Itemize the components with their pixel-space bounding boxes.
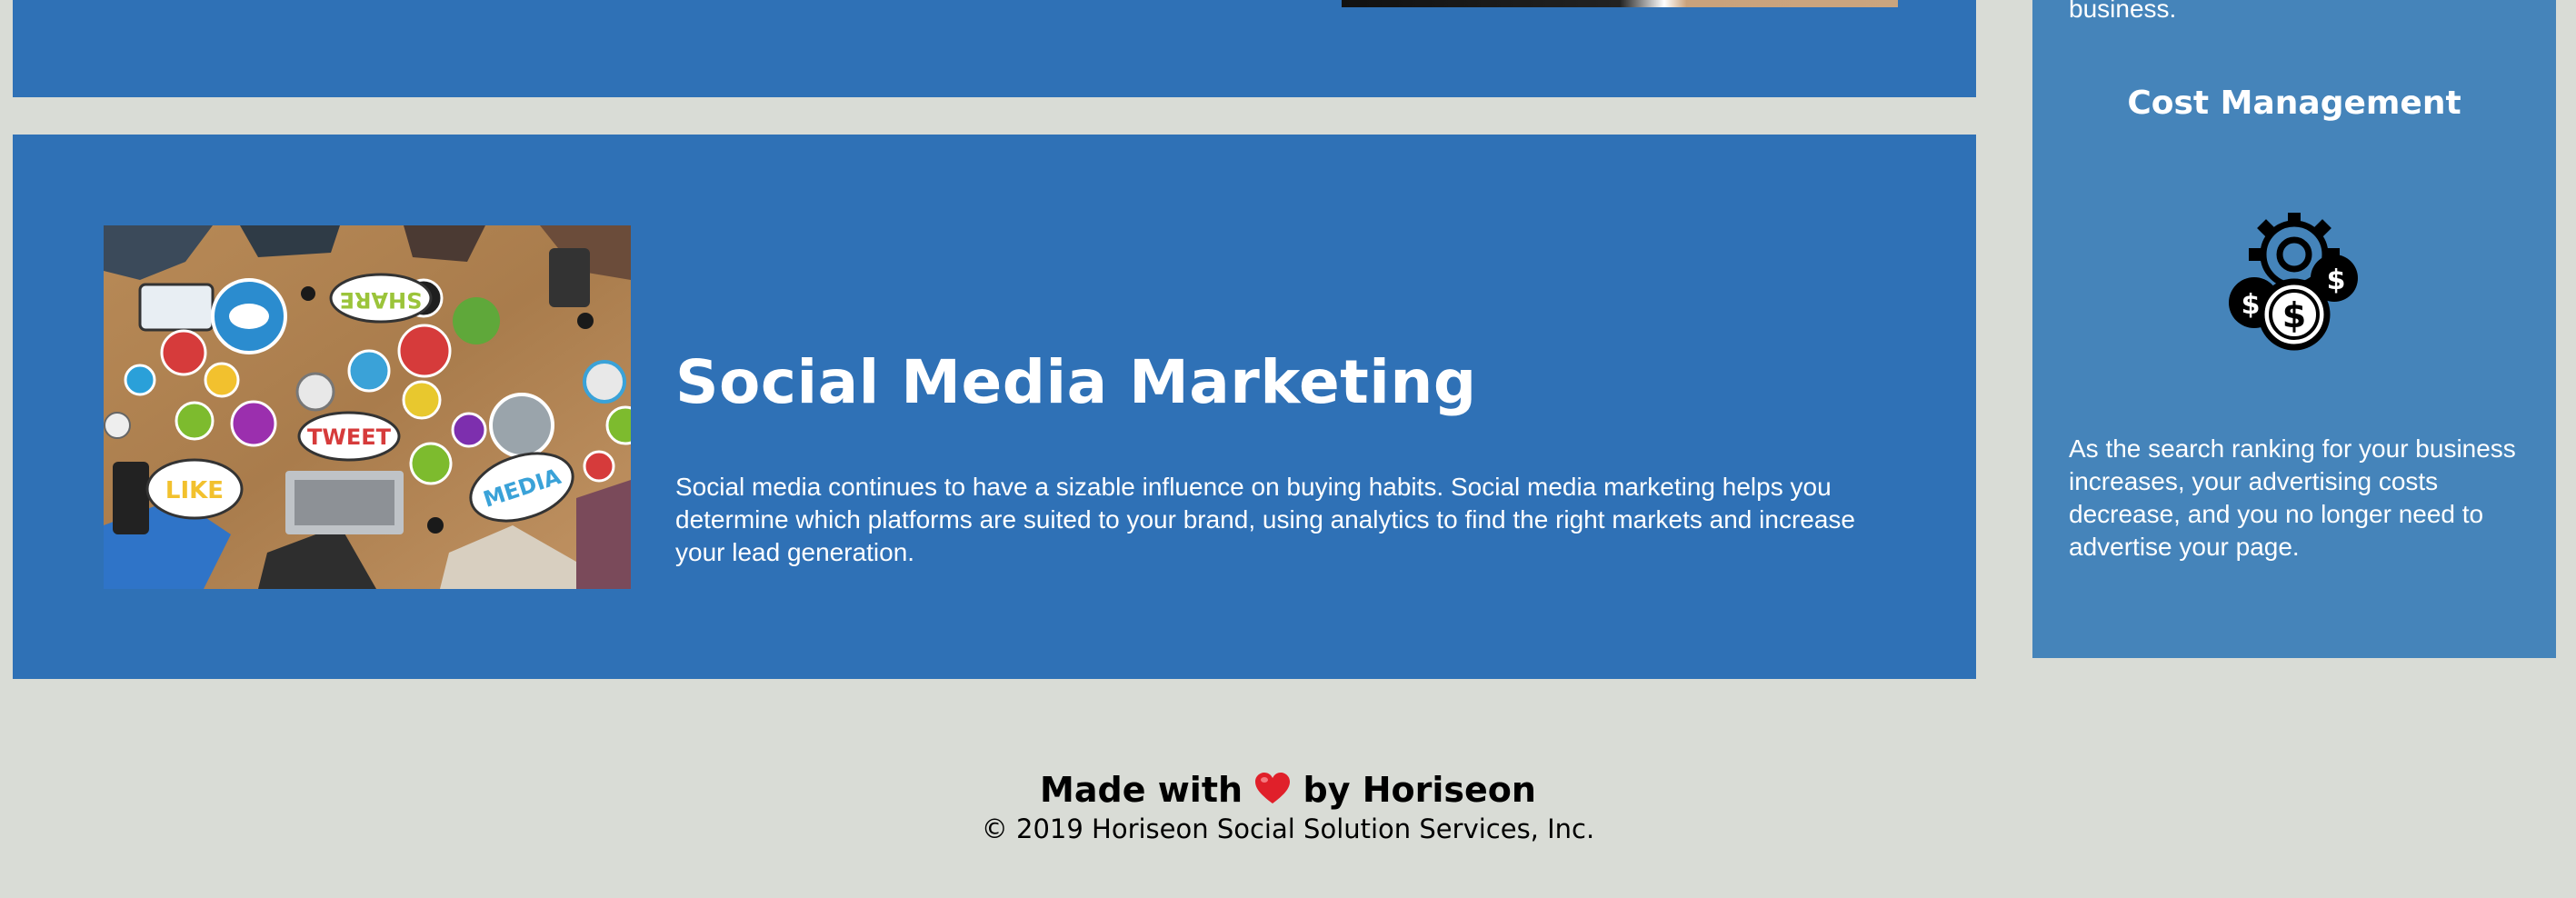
cost-management-icon: $ $ $ bbox=[2222, 207, 2367, 353]
svg-text:$: $ bbox=[2327, 264, 2346, 296]
sidebar-title: Cost Management bbox=[2127, 85, 2461, 122]
like-label: LIKE bbox=[165, 477, 224, 504]
copyright-text: © 2019 Horiseon Social Solution Services… bbox=[981, 813, 1595, 844]
svg-text:$: $ bbox=[2242, 289, 2261, 321]
sidebar-description: As the search ranking for your business … bbox=[2069, 434, 2516, 561]
heart-icon bbox=[1255, 773, 1291, 803]
tweet-label: TWEET bbox=[307, 424, 392, 450]
social-media-marketing-image: SHARE TWEET LIKE MEDIA bbox=[104, 225, 631, 589]
previous-service-section bbox=[13, 0, 1976, 97]
share-label: SHARE bbox=[340, 287, 423, 313]
section-description: Social media continues to have a sizable… bbox=[675, 473, 1855, 566]
by-horiseon-text: by Horiseon bbox=[1303, 770, 1536, 810]
previous-service-image bbox=[1342, 0, 1898, 7]
made-with-text: Made with bbox=[1040, 770, 1243, 810]
svg-text:$: $ bbox=[2282, 295, 2306, 335]
sidebar-cost-management: business. Cost Management $ $ $ As the s… bbox=[2032, 0, 2556, 658]
footer: Made with by Horiseon © 2019 Horiseon So… bbox=[0, 768, 2576, 846]
sidebar-previous-text: business. bbox=[2069, 0, 2177, 23]
social-media-marketing-section: SHARE TWEET LIKE MEDIA Social Media Mark… bbox=[13, 135, 1976, 679]
footer-credit: Made with by Horiseon bbox=[0, 768, 2576, 812]
section-title: Social Media Marketing bbox=[675, 347, 1477, 417]
